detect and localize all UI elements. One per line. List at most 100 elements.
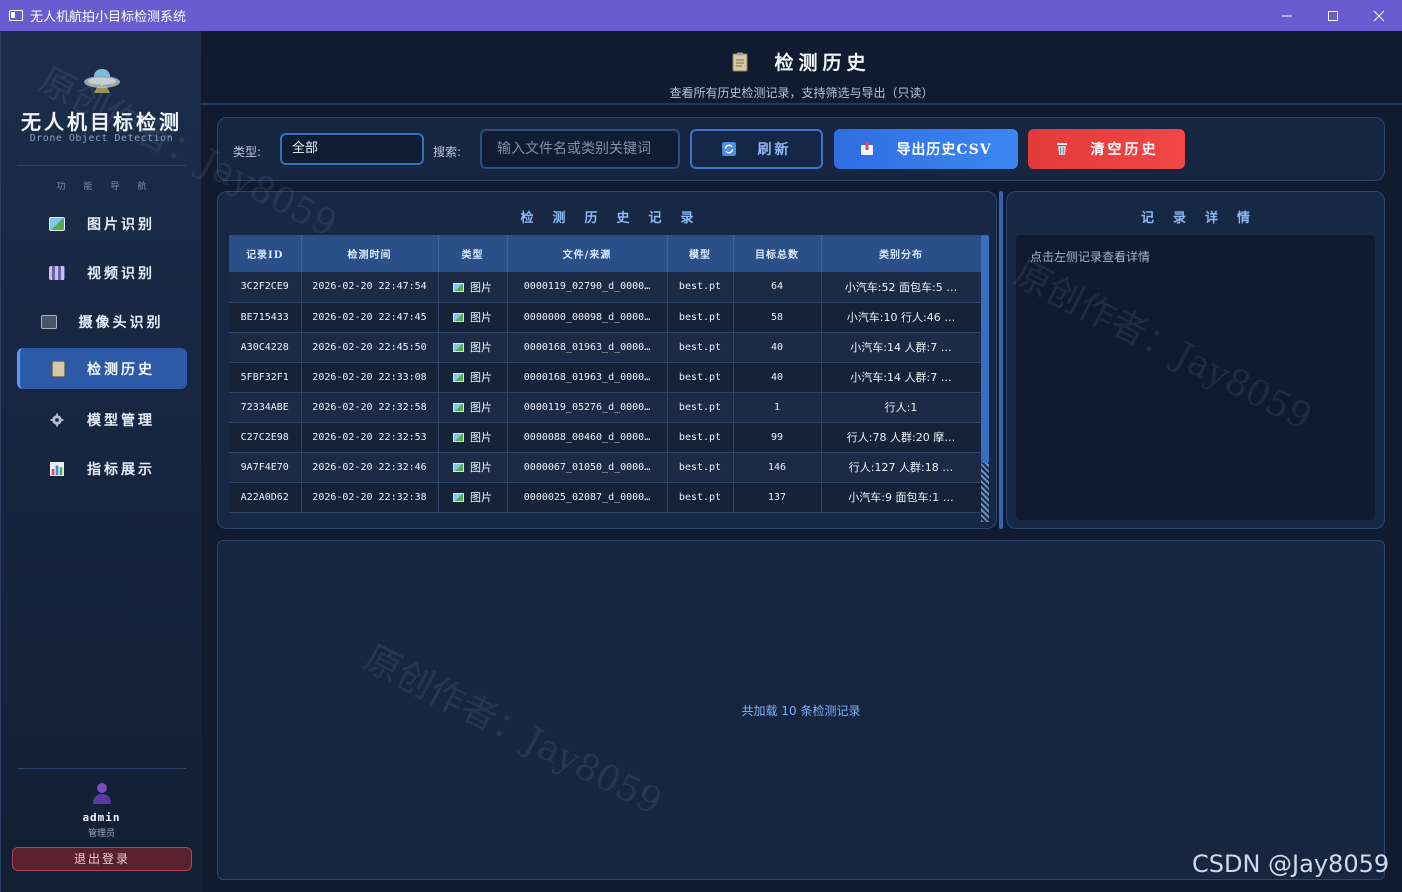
- column-header-record-id[interactable]: 记录ID: [229, 235, 302, 272]
- detail-content: 点击左侧记录查看详情: [1016, 235, 1375, 520]
- table-row[interactable]: A30C4228 2026-02-20 22:45:50 图片 0000168_019…: [229, 332, 982, 363]
- table-header-row: 记录ID 检测时间 类型 文件/来源 模型 目标总数 类别分布: [229, 235, 982, 272]
- cell-time: 2026-02-20 22:47:45: [301, 302, 439, 333]
- clapper-icon: [49, 265, 65, 280]
- column-header-distribution[interactable]: 类别分布: [821, 235, 982, 272]
- table-row[interactable]: 5FBF32F1 2026-02-20 22:33:08 图片 0000168_019…: [229, 362, 982, 393]
- column-header-type[interactable]: 类型: [438, 235, 508, 272]
- gear-icon: [50, 412, 64, 427]
- table-scrollbar-track-lower: [981, 463, 989, 522]
- cell-model: best.pt: [667, 302, 734, 333]
- cell-type-label: 图片: [470, 461, 492, 474]
- cell-source: 0000119_05276_d_0000…: [507, 392, 668, 423]
- maximize-icon: [1328, 10, 1338, 21]
- cell-model: best.pt: [667, 422, 734, 453]
- sidebar-item-label: 指标展示: [87, 461, 155, 478]
- avatar-icon: [93, 783, 111, 804]
- window-titlebar: 无人机航拍小目标检测系统: [0, 0, 1402, 31]
- sidebar-item-model-management[interactable]: 模型管理: [17, 399, 187, 440]
- cell-source: 0000119_02790_d_0000…: [507, 272, 668, 303]
- search-input[interactable]: [480, 129, 680, 169]
- maximize-button[interactable]: [1310, 0, 1356, 31]
- clipboard-icon: [732, 52, 748, 71]
- cell-type-label: 图片: [470, 491, 492, 504]
- cell-distribution: 小汽车:52 面包车:5 …: [821, 272, 982, 303]
- clipboard-icon: [52, 360, 65, 377]
- export-csv-button[interactable]: 导出历史CSV: [834, 129, 1018, 169]
- sidebar-item-label: 摄像头识别: [78, 314, 164, 331]
- cell-distribution: 行人:78 人群:20 摩…: [821, 422, 982, 453]
- brand-title: 无人机目标检测: [21, 110, 182, 134]
- sidebar-item-label: 视频识别: [87, 265, 155, 282]
- image-icon: [453, 373, 464, 382]
- image-icon: [453, 433, 464, 442]
- cell-time: 2026-02-20 22:47:54: [301, 272, 439, 303]
- cell-type: 图片: [438, 362, 508, 393]
- column-header-model[interactable]: 模型: [667, 235, 734, 272]
- cell-total: 40: [733, 362, 822, 393]
- cell-record-id: 9A7F4E70: [229, 452, 302, 483]
- cell-distribution: 小汽车:14 人群:7 …: [821, 362, 982, 393]
- bar-chart-icon: [50, 461, 64, 476]
- export-icon: [861, 142, 874, 155]
- table-row[interactable]: A22A0D62 2026-02-20 22:32:38 图片 0000025_020…: [229, 482, 982, 513]
- logout-button[interactable]: 退出登录: [12, 847, 192, 871]
- table-row[interactable]: 72334ABE 2026-02-20 22:32:58 图片 0000119_052…: [229, 392, 982, 423]
- records-table-container[interactable]: 记录ID 检测时间 类型 文件/来源 模型 目标总数 类别分布 3C2F2CE9…: [229, 235, 989, 522]
- cell-total: 99: [733, 422, 822, 453]
- user-role: 管理员: [87, 829, 115, 839]
- export-label: 导出历史CSV: [896, 142, 992, 158]
- cell-distribution: 小汽车:9 面包车:1 …: [821, 482, 982, 513]
- table-row[interactable]: C27C2E98 2026-02-20 22:32:53 图片 0000088_004…: [229, 422, 982, 453]
- divider: [17, 165, 186, 166]
- cell-record-id: 5FBF32F1: [229, 362, 302, 393]
- cell-type: 图片: [438, 332, 508, 363]
- ufo-logo-icon: [84, 69, 120, 93]
- cell-source: 0000168_01963_d_0000…: [507, 332, 668, 363]
- sidebar-item-detection-history[interactable]: 检测历史: [17, 348, 187, 389]
- type-select[interactable]: 全部: [280, 133, 424, 165]
- history-records-panel: 检测历史记录 记录ID 检测时间 类型 文件/来源 模型 目标总数 类别分布 3…: [217, 191, 997, 529]
- cell-type: 图片: [438, 272, 508, 303]
- minimize-button[interactable]: [1264, 0, 1310, 31]
- sidebar-item-metrics[interactable]: 指标展示: [17, 448, 187, 489]
- column-header-total[interactable]: 目标总数: [733, 235, 822, 272]
- table-row[interactable]: BE715433 2026-02-20 22:47:45 图片 0000000_000…: [229, 302, 982, 333]
- detail-title: 记录详情: [1140, 211, 1269, 226]
- image-icon: [453, 463, 464, 472]
- image-icon: [453, 493, 464, 502]
- sidebar-item-video-recognition[interactable]: 视频识别: [17, 252, 187, 293]
- sidebar-item-camera-recognition[interactable]: 摄像头识别: [17, 301, 187, 342]
- cell-model: best.pt: [667, 272, 734, 303]
- cell-distribution: 小汽车:14 人群:7 …: [821, 332, 982, 363]
- cell-model: best.pt: [667, 332, 734, 363]
- cell-type: 图片: [438, 422, 508, 453]
- table-scrollbar-thumb[interactable]: [981, 235, 989, 463]
- cell-time: 2026-02-20 22:32:38: [301, 482, 439, 513]
- table-row[interactable]: 9A7F4E70 2026-02-20 22:32:46 图片 0000067_010…: [229, 452, 982, 483]
- table-row[interactable]: 3C2F2CE9 2026-02-20 22:47:54 图片 0000119_027…: [229, 272, 982, 303]
- records-table: 记录ID 检测时间 类型 文件/来源 模型 目标总数 类别分布 3C2F2CE9…: [229, 235, 982, 513]
- column-header-source[interactable]: 文件/来源: [507, 235, 668, 272]
- sidebar-item-label: 检测历史: [87, 361, 155, 378]
- type-label: 类型:: [233, 145, 262, 159]
- close-button[interactable]: [1356, 0, 1402, 31]
- cell-type-label: 图片: [470, 371, 492, 384]
- cell-distribution: 行人:1: [821, 392, 982, 423]
- cell-type: 图片: [438, 392, 508, 423]
- column-header-time[interactable]: 检测时间: [301, 235, 439, 272]
- refresh-button[interactable]: 刷新: [690, 129, 823, 169]
- cell-record-id: 72334ABE: [229, 392, 302, 423]
- record-detail-panel: 记录详情 点击左侧记录查看详情: [1006, 191, 1385, 529]
- cell-model: best.pt: [667, 452, 734, 483]
- cell-time: 2026-02-20 22:32:53: [301, 422, 439, 453]
- cell-record-id: C27C2E98: [229, 422, 302, 453]
- sidebar-item-image-recognition[interactable]: 图片识别: [17, 203, 187, 244]
- cell-time: 2026-02-20 22:33:08: [301, 362, 439, 393]
- clear-history-button[interactable]: 清空历史: [1028, 129, 1185, 169]
- cell-record-id: 3C2F2CE9: [229, 272, 302, 303]
- filter-toolbar: 类型: 全部 搜索: 刷新 导出历史CSV 清空历史: [217, 117, 1385, 181]
- panel-splitter[interactable]: [999, 191, 1003, 529]
- image-icon: [453, 313, 464, 322]
- cell-total: 64: [733, 272, 822, 303]
